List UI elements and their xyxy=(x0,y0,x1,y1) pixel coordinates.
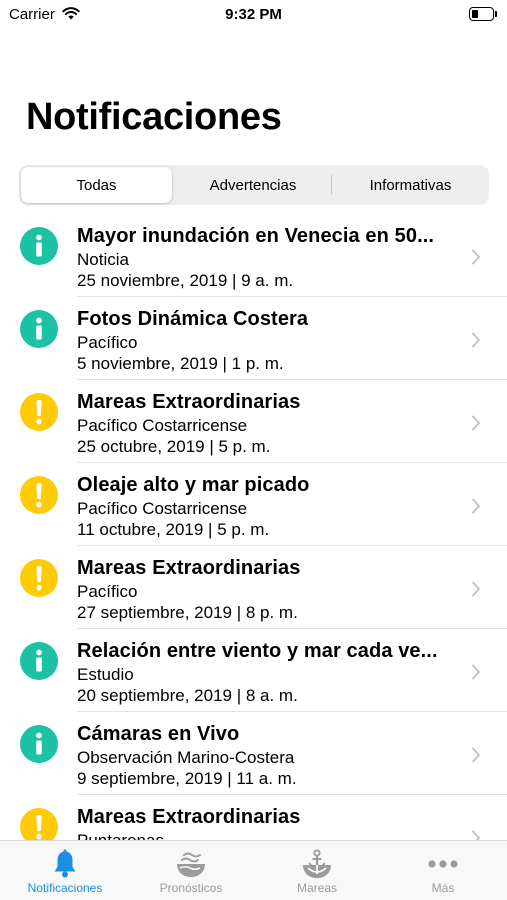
exclamation-icon xyxy=(20,808,58,840)
notification-date: 11 octubre, 2019 | 5 p. m. xyxy=(77,520,270,539)
tab-mareas[interactable]: Mareas xyxy=(254,847,380,899)
weather-bowl-icon xyxy=(128,847,254,881)
notification-text: Cámaras en Vivo Observación Marino-Coster… xyxy=(77,722,469,789)
status-bar: Carrier 9:32 PM xyxy=(0,0,507,30)
notification-list: Mayor inundación en Venecia en 50... Noti… xyxy=(0,214,507,840)
chevron-right-icon xyxy=(471,249,481,270)
exclamation-icon xyxy=(20,559,58,597)
segment-todas[interactable]: Todas xyxy=(21,167,172,203)
notification-subtitle: Pacífico xyxy=(77,582,138,601)
notification-row[interactable]: Fotos Dinámica Costera Pacífico 5 noviembr… xyxy=(0,297,507,380)
info-icon xyxy=(20,725,58,763)
status-time: 9:32 PM xyxy=(225,6,282,23)
notification-date: 25 noviembre, 2019 | 9 a. m. xyxy=(77,271,294,290)
notification-subtitle: Puntarenas xyxy=(77,830,469,840)
info-icon xyxy=(20,310,58,348)
notification-subtitle: Pacífico Costarricense xyxy=(77,416,248,435)
tab-label: Mareas xyxy=(296,881,337,895)
notification-title: Cámaras en Vivo xyxy=(77,723,240,745)
chevron-right-icon xyxy=(471,332,481,353)
notification-title: Mareas Extraordinarias xyxy=(77,806,301,828)
notification-title: Mareas Extraordinarias xyxy=(77,391,301,413)
chevron-right-icon xyxy=(471,664,481,685)
tab-label: Más xyxy=(431,881,455,895)
tab-mas[interactable]: Más xyxy=(380,847,506,899)
info-icon xyxy=(20,642,58,680)
notification-date: 20 septiembre, 2019 | 8 a. m. xyxy=(77,686,298,705)
page-title: Notificaciones xyxy=(26,96,282,138)
battery-icon xyxy=(469,7,497,21)
more-dots-icon xyxy=(380,847,506,881)
notification-title: Mareas Extraordinarias xyxy=(77,557,301,579)
tab-bar: Notificaciones Pronósticos Mareas Más xyxy=(0,840,507,900)
notification-row[interactable]: Cámaras en Vivo Observación Marino-Coster… xyxy=(0,712,507,795)
exclamation-icon xyxy=(20,476,58,514)
filter-segmented-control: Todas Advertencias Informativas xyxy=(19,165,489,205)
notification-date: 5 noviembre, 2019 | 1 p. m. xyxy=(77,354,284,373)
segment-informativas[interactable]: Informativas xyxy=(334,167,487,203)
tab-label: Pronósticos xyxy=(159,881,223,895)
notification-text: Mareas Extraordinarias Puntarenas xyxy=(77,805,469,840)
notification-title: Mayor inundación en Venecia en 50... xyxy=(77,225,435,247)
info-icon xyxy=(20,227,58,265)
notification-date: 27 septiembre, 2019 | 8 p. m. xyxy=(77,603,298,622)
exclamation-icon xyxy=(20,393,58,431)
anchor-icon xyxy=(254,847,380,881)
notification-row[interactable]: Mareas Extraordinarias Pacífico Costarric… xyxy=(0,380,507,463)
tab-label: Notificaciones xyxy=(27,881,103,895)
notification-row[interactable]: Relación entre viento y mar cada ve... Es… xyxy=(0,629,507,712)
notification-text: Mareas Extraordinarias Pacífico Costarric… xyxy=(77,390,469,457)
notification-subtitle: Noticia xyxy=(77,250,129,269)
notification-date: 25 octubre, 2019 | 5 p. m. xyxy=(77,437,271,456)
tab-notificaciones[interactable]: Notificaciones xyxy=(2,847,128,899)
notification-row[interactable]: Mayor inundación en Venecia en 50... Noti… xyxy=(0,214,507,297)
notification-subtitle: Estudio xyxy=(77,665,134,684)
notification-subtitle: Observación Marino-Costera xyxy=(77,748,295,767)
chevron-right-icon xyxy=(471,581,481,602)
notification-subtitle: Pacífico xyxy=(77,333,138,352)
chevron-right-icon xyxy=(471,747,481,768)
notification-text: Relación entre viento y mar cada ve... Es… xyxy=(77,639,469,706)
notification-title: Oleaje alto y mar picado xyxy=(77,474,310,496)
notification-row[interactable]: Mareas Extraordinarias Puntarenas xyxy=(0,795,507,840)
chevron-right-icon xyxy=(471,415,481,436)
notification-date: 9 septiembre, 2019 | 11 a. m. xyxy=(77,769,297,788)
notification-text: Mareas Extraordinarias Pacífico 27 septiem… xyxy=(77,556,469,623)
chevron-right-icon xyxy=(471,830,481,840)
bell-icon xyxy=(2,847,128,881)
notification-text: Fotos Dinámica Costera Pacífico 5 noviembr… xyxy=(77,307,469,374)
chevron-right-icon xyxy=(471,498,481,519)
notification-title: Fotos Dinámica Costera xyxy=(77,308,309,330)
segment-advertencias[interactable]: Advertencias xyxy=(178,167,328,203)
notification-subtitle: Pacífico Costarricense xyxy=(77,499,248,518)
notification-title: Relación entre viento y mar cada ve... xyxy=(77,640,438,662)
notification-text: Mayor inundación en Venecia en 50... Noti… xyxy=(77,224,469,291)
notification-text: Oleaje alto y mar picado Pacífico Costarr… xyxy=(77,473,469,540)
notification-row[interactable]: Oleaje alto y mar picado Pacífico Costarr… xyxy=(0,463,507,546)
tab-pronosticos[interactable]: Pronósticos xyxy=(128,847,254,899)
notification-row[interactable]: Mareas Extraordinarias Pacífico 27 septiem… xyxy=(0,546,507,629)
segment-divider xyxy=(331,175,332,195)
